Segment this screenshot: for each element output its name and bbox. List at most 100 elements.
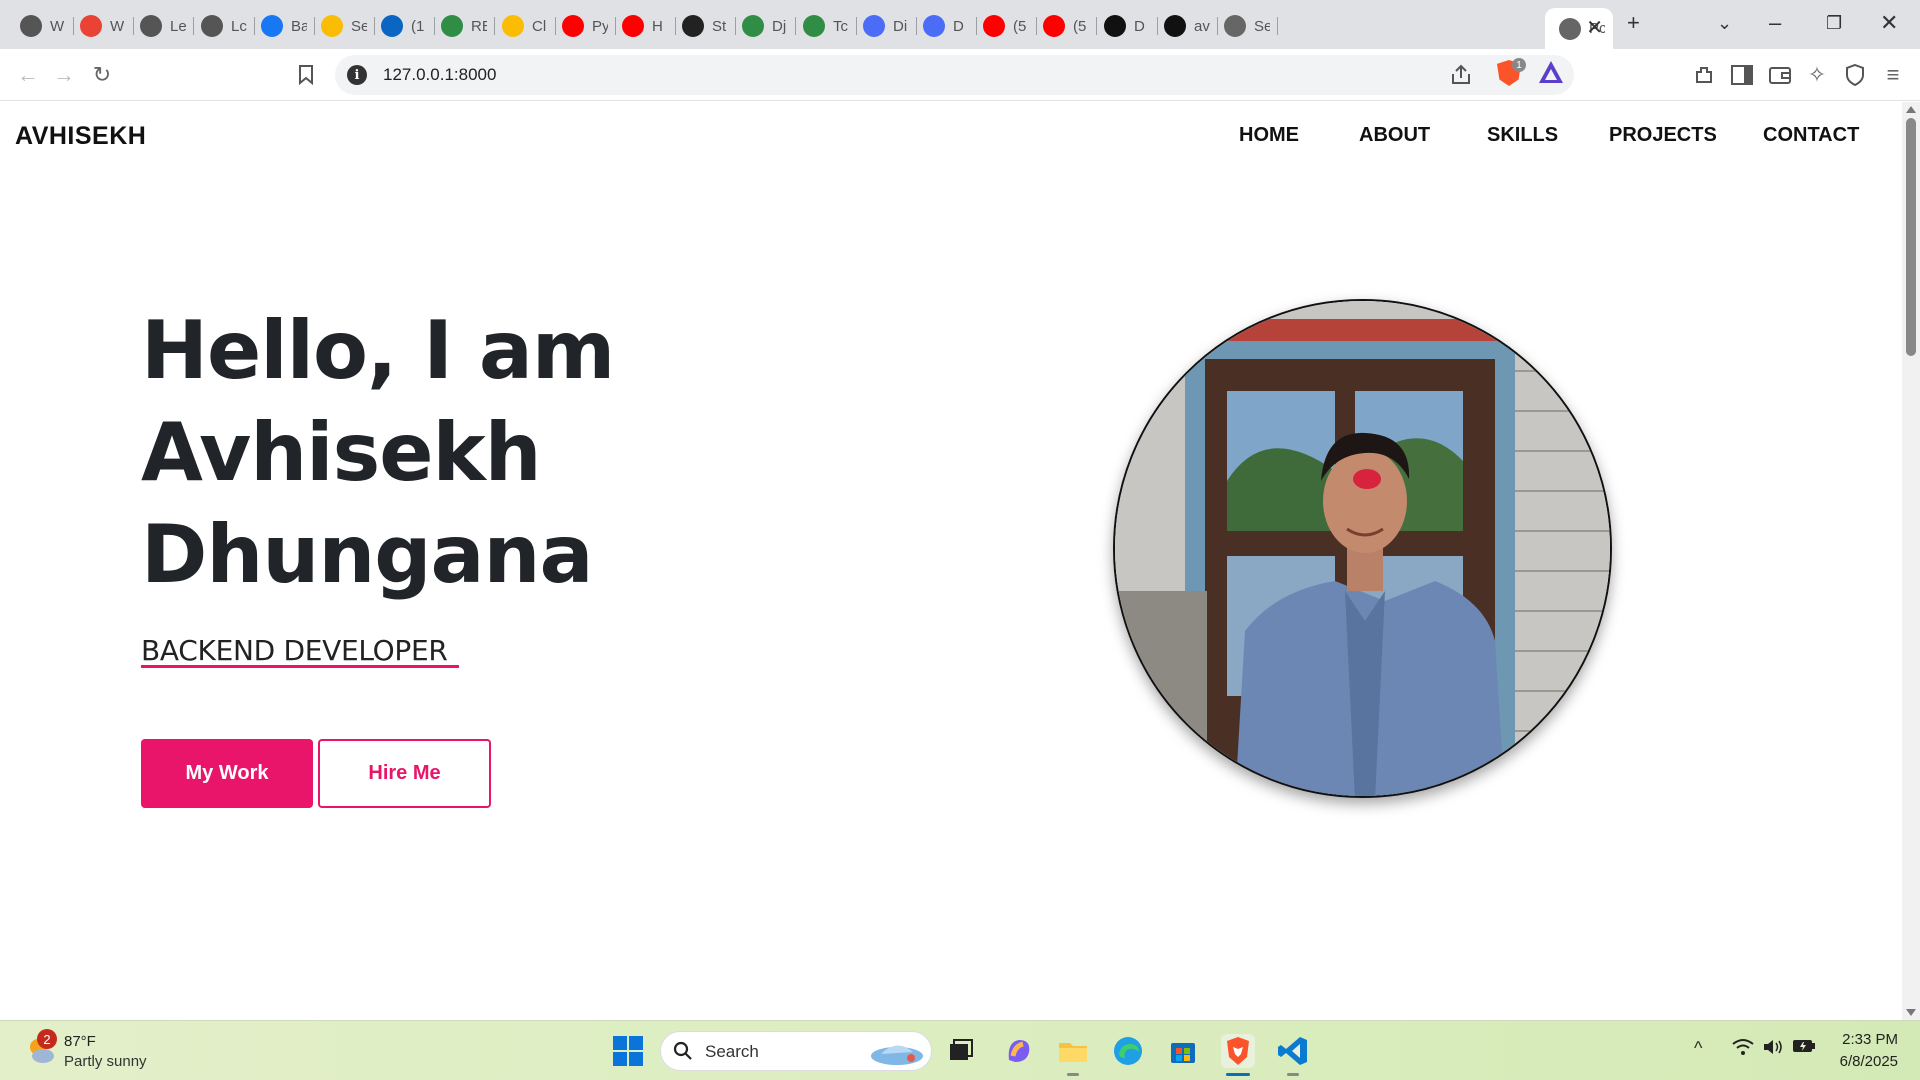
browser-tab[interactable]: Ba bbox=[247, 8, 315, 44]
battery-charging-icon[interactable] bbox=[1792, 1038, 1816, 1059]
wallet-icon[interactable] bbox=[1766, 61, 1794, 89]
windows-start-icon[interactable] bbox=[613, 1036, 643, 1066]
browser-tab[interactable]: Se bbox=[307, 8, 375, 44]
browser-tab[interactable]: D bbox=[909, 8, 977, 44]
browser-tab[interactable]: Lc bbox=[187, 8, 255, 44]
task-view-icon[interactable] bbox=[944, 1034, 978, 1068]
file-explorer-icon[interactable] bbox=[1056, 1034, 1090, 1068]
brave-browser-icon[interactable] bbox=[1221, 1034, 1255, 1068]
tab-title: (5 bbox=[1073, 17, 1087, 35]
restore-button[interactable]: ❐ bbox=[1826, 13, 1842, 34]
browser-tab[interactable]: (1 bbox=[367, 8, 435, 44]
role-underline bbox=[141, 665, 459, 668]
site-info-icon[interactable]: i bbox=[347, 65, 367, 85]
extensions-icon[interactable] bbox=[1690, 61, 1718, 89]
page-icon bbox=[1559, 17, 1581, 40]
vpn-shield-icon[interactable] bbox=[1841, 61, 1869, 89]
scroll-up-arrow-icon[interactable] bbox=[1906, 106, 1916, 113]
menu-icon[interactable]: ≡ bbox=[1879, 61, 1907, 89]
site-logo[interactable]: AVHISEKH bbox=[15, 122, 146, 151]
nav-contact[interactable]: CONTACT bbox=[1763, 124, 1859, 147]
hero-heading: Hello, I am Avhisekh Dhungana bbox=[141, 300, 615, 606]
close-window-button[interactable]: ✕ bbox=[1880, 10, 1898, 36]
reload-icon[interactable]: ↻ bbox=[88, 61, 116, 89]
hire-me-button[interactable]: Hire Me bbox=[318, 739, 491, 808]
browser-tab[interactable]: Tc bbox=[789, 8, 857, 44]
browser-tab[interactable]: Dj bbox=[728, 8, 796, 44]
tab-title: RE bbox=[471, 17, 487, 35]
browser-tab[interactable]: Pc ✕ bbox=[1545, 8, 1613, 49]
globe-icon bbox=[1224, 15, 1246, 37]
browser-toolbar: ← → ↻ i 127.0.0.1:8000 1 ✧ ≡ bbox=[0, 49, 1920, 101]
nav-skills[interactable]: SKILLS bbox=[1487, 124, 1558, 147]
leo-ai-icon[interactable]: ✧ bbox=[1803, 61, 1831, 89]
weather-notification-badge: 2 bbox=[37, 1029, 57, 1049]
tab-title: Di bbox=[893, 17, 908, 35]
browser-tab[interactable]: RE bbox=[427, 8, 495, 44]
volume-icon[interactable] bbox=[1762, 1038, 1784, 1061]
nav-home[interactable]: HOME bbox=[1239, 124, 1299, 147]
page-scrollbar[interactable] bbox=[1902, 102, 1920, 1020]
browser-tab[interactable]: H bbox=[608, 8, 676, 44]
browser-tab[interactable]: W bbox=[6, 8, 74, 44]
windows-taskbar: 2 87°F Partly sunny Search ^ 2:33 PM 6/8… bbox=[0, 1020, 1920, 1080]
forward-arrow-icon[interactable]: → bbox=[50, 61, 78, 89]
show-hidden-icons-chevron-icon[interactable]: ^ bbox=[1694, 1038, 1702, 1059]
youtube-icon bbox=[562, 15, 584, 37]
address-bar[interactable]: i 127.0.0.1:8000 bbox=[335, 55, 1574, 95]
file-explorer-running-indicator bbox=[1067, 1073, 1079, 1076]
browser-tab[interactable]: Le bbox=[126, 8, 194, 44]
copilot-icon[interactable] bbox=[1001, 1034, 1035, 1068]
browser-tab[interactable]: W bbox=[66, 8, 134, 44]
vscode-icon[interactable] bbox=[1276, 1034, 1310, 1068]
bookmark-icon[interactable] bbox=[292, 61, 320, 89]
tab-title: D bbox=[1134, 17, 1145, 35]
openai-icon bbox=[1104, 15, 1126, 37]
linkedin-icon bbox=[381, 15, 403, 37]
hero-line-3: Dhungana bbox=[141, 508, 593, 601]
openai-icon bbox=[140, 15, 162, 37]
taskbar-clock[interactable]: 2:33 PM bbox=[1838, 1031, 1898, 1048]
scroll-thumb[interactable] bbox=[1906, 118, 1916, 356]
my-work-button[interactable]: My Work bbox=[141, 739, 313, 808]
taskbar-search-box[interactable]: Search bbox=[660, 1031, 932, 1071]
tab-title: Tc bbox=[833, 17, 848, 35]
drive-icon bbox=[502, 15, 524, 37]
tab-search-chevron-icon[interactable]: ⌄ bbox=[1717, 13, 1732, 34]
tab-separator bbox=[1277, 17, 1278, 35]
vscode-running-indicator bbox=[1287, 1073, 1299, 1076]
browser-tab[interactable]: D bbox=[1090, 8, 1158, 44]
microsoft-store-icon[interactable] bbox=[1166, 1034, 1200, 1068]
new-tab-button[interactable]: + bbox=[1627, 10, 1640, 36]
browser-tab[interactable]: av bbox=[1150, 8, 1218, 44]
address-url[interactable]: 127.0.0.1:8000 bbox=[383, 65, 496, 85]
wifi-icon[interactable] bbox=[1732, 1038, 1754, 1061]
browser-tab[interactable]: Py bbox=[548, 8, 616, 44]
minimize-button[interactable]: – bbox=[1769, 10, 1781, 36]
sidebar-icon[interactable] bbox=[1728, 61, 1756, 89]
browser-tab[interactable]: Cl bbox=[488, 8, 556, 44]
back-arrow-icon[interactable]: ← bbox=[14, 61, 42, 89]
profile-photo bbox=[1113, 299, 1612, 798]
browser-tab[interactable]: Di bbox=[849, 8, 917, 44]
scroll-down-arrow-icon[interactable] bbox=[1906, 1009, 1916, 1016]
weather-condition[interactable]: Partly sunny bbox=[64, 1053, 147, 1070]
nav-projects[interactable]: PROJECTS bbox=[1609, 124, 1717, 147]
search-highlight-art-icon bbox=[871, 1045, 923, 1065]
brave-active-indicator bbox=[1226, 1073, 1250, 1076]
browser-tab[interactable]: (5 bbox=[969, 8, 1037, 44]
browser-tab[interactable]: (5 bbox=[1029, 8, 1097, 44]
gmail-icon bbox=[80, 15, 102, 37]
share-icon[interactable] bbox=[1447, 61, 1475, 89]
browser-tab[interactable]: St bbox=[668, 8, 736, 44]
brave-rewards-icon[interactable] bbox=[1539, 61, 1563, 83]
webpage: AVHISEKH HOME ABOUT SKILLS PROJECTS CONT… bbox=[0, 102, 1902, 1020]
browser-tab[interactable]: Se bbox=[1210, 8, 1278, 44]
close-tab-icon[interactable]: ✕ bbox=[1586, 15, 1603, 40]
taskbar-date[interactable]: 6/8/2025 bbox=[1832, 1053, 1898, 1070]
nav-about[interactable]: ABOUT bbox=[1359, 124, 1430, 147]
tab-title: Se bbox=[1254, 17, 1270, 35]
weather-temperature[interactable]: 87°F bbox=[64, 1033, 96, 1050]
edge-icon[interactable] bbox=[1111, 1034, 1145, 1068]
github-icon bbox=[1164, 15, 1186, 37]
